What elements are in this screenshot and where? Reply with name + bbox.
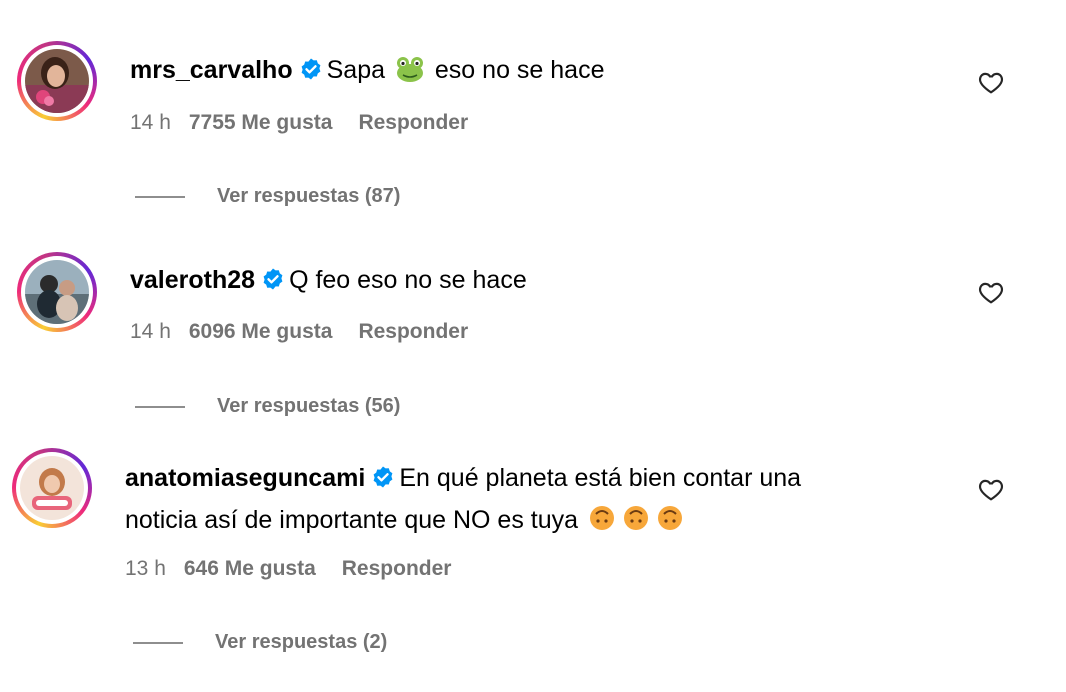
avatar[interactable] xyxy=(17,41,97,121)
frog-emoji-icon xyxy=(395,54,425,94)
comment-meta: 13 h 646 Me gusta Responder xyxy=(125,557,451,581)
view-replies-button[interactable]: Ver respuestas (87) xyxy=(135,185,400,208)
username[interactable]: anatomiaseguncami xyxy=(125,464,365,492)
avatar-photo xyxy=(25,260,89,324)
verified-badge-icon xyxy=(261,263,285,303)
timestamp[interactable]: 14 h xyxy=(130,111,171,134)
replies-divider xyxy=(135,195,185,198)
timestamp[interactable]: 14 h xyxy=(130,320,171,343)
comment-text: mrs_carvalho Sapa eso no se hace xyxy=(130,50,604,94)
view-replies-button[interactable]: Ver respuestas (2) xyxy=(133,631,387,654)
upside-down-face-emoji-icon xyxy=(656,504,684,544)
verified-badge-icon xyxy=(299,53,323,93)
likes-count[interactable]: 7755 Me gusta xyxy=(189,111,333,134)
likes-count[interactable]: 6096 Me gusta xyxy=(189,320,333,343)
username[interactable]: mrs_carvalho xyxy=(130,56,293,84)
likes-count[interactable]: 646 Me gusta xyxy=(184,557,316,580)
like-heart-icon[interactable] xyxy=(978,70,1004,94)
like-heart-icon[interactable] xyxy=(978,280,1004,304)
upside-down-face-emoji-icon xyxy=(588,504,616,544)
view-replies-button[interactable]: Ver respuestas (56) xyxy=(135,395,400,418)
reply-button[interactable]: Responder xyxy=(342,557,452,580)
replies-divider xyxy=(135,405,185,408)
reply-button[interactable]: Responder xyxy=(358,111,468,134)
avatar-photo xyxy=(20,456,84,520)
avatar[interactable] xyxy=(12,448,92,528)
avatar-photo xyxy=(25,49,89,113)
timestamp[interactable]: 13 h xyxy=(125,557,166,580)
comment-text-continued: noticia así de importante que NO es tuya xyxy=(125,500,687,544)
comment-text: valeroth28 Q feo eso no se hace xyxy=(130,260,527,303)
upside-down-face-emoji-icon xyxy=(622,504,650,544)
comment-meta: 14 h 6096 Me gusta Responder xyxy=(130,320,468,344)
replies-divider xyxy=(133,641,183,644)
reply-button[interactable]: Responder xyxy=(358,320,468,343)
username[interactable]: valeroth28 xyxy=(130,266,255,294)
comment-text: anatomiaseguncami En qué planeta está bie… xyxy=(125,458,801,501)
verified-badge-icon xyxy=(371,461,395,501)
comment-meta: 14 h 7755 Me gusta Responder xyxy=(130,111,468,135)
avatar[interactable] xyxy=(17,252,97,332)
like-heart-icon[interactable] xyxy=(978,477,1004,501)
